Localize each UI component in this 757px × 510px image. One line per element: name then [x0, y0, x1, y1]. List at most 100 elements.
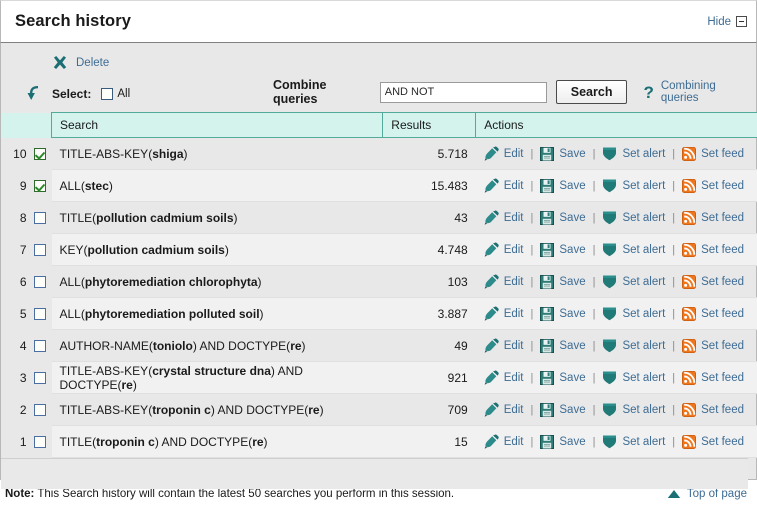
- save-action[interactable]: Save: [540, 402, 586, 417]
- row-checkbox[interactable]: [33, 403, 46, 416]
- select-all-checkbox[interactable]: [101, 88, 114, 100]
- set-alert-label: Set alert: [622, 307, 666, 320]
- row-number: 2: [19, 402, 27, 417]
- action-separator: |: [592, 147, 596, 160]
- edit-action[interactable]: Edit: [484, 178, 524, 193]
- row-checkbox[interactable]: [33, 275, 46, 288]
- results-count[interactable]: 4.748: [382, 233, 476, 266]
- set-alert-action[interactable]: Set alert: [602, 274, 665, 289]
- edit-action[interactable]: Edit: [484, 370, 524, 385]
- table-body: 10 TITLE-ABS-KEY(shiga) 5.718 Edit | Save | Set…: [1, 137, 757, 458]
- row-checkbox[interactable]: [33, 339, 46, 352]
- save-action[interactable]: Save: [540, 370, 586, 385]
- set-feed-action[interactable]: Set feed: [682, 370, 744, 385]
- edit-action[interactable]: Edit: [484, 338, 524, 353]
- edit-action[interactable]: Edit: [484, 402, 524, 417]
- save-action[interactable]: Save: [540, 306, 586, 321]
- edit-action[interactable]: Edit: [484, 146, 524, 161]
- hide-panel-button[interactable]: Hide: [707, 16, 747, 28]
- action-separator: |: [672, 307, 676, 320]
- row-checkbox[interactable]: [33, 211, 46, 224]
- row-actions: Edit | Save | Set alert | Set feed: [475, 393, 757, 426]
- save-action[interactable]: Save: [540, 434, 586, 449]
- set-feed-action[interactable]: Set feed: [682, 274, 744, 289]
- set-feed-action[interactable]: Set feed: [682, 306, 744, 321]
- row-actions: Edit | Save | Set alert | Set feed: [475, 137, 757, 170]
- row-checkbox[interactable]: [33, 147, 46, 160]
- table-footer-strip: [1, 458, 748, 489]
- search-button[interactable]: Search: [555, 80, 628, 104]
- action-separator: |: [592, 435, 596, 448]
- query-cell: TITLE-ABS-KEY(crystal structure dna) AND…: [51, 361, 383, 394]
- results-count[interactable]: 15.483: [382, 169, 476, 202]
- row-checkbox[interactable]: [33, 179, 46, 192]
- edit-icon: [484, 178, 499, 193]
- row-number: 1: [19, 434, 27, 449]
- query-paren-close: ): [183, 146, 188, 161]
- set-feed-action[interactable]: Set feed: [682, 178, 744, 193]
- query-term: phytoremediation polluted soil: [84, 306, 260, 321]
- set-alert-action[interactable]: Set alert: [602, 434, 665, 449]
- edit-icon: [484, 370, 499, 385]
- title-bar: Search history Hide: [0, 0, 757, 43]
- search-history-page: Search history Hide Delete Select: All C…: [0, 0, 757, 510]
- row-number-cell: 1: [1, 425, 52, 458]
- delete-button[interactable]: Delete: [51, 54, 109, 72]
- row-checkbox[interactable]: [33, 371, 46, 384]
- save-action[interactable]: Save: [540, 242, 586, 257]
- set-alert-action[interactable]: Set alert: [602, 146, 665, 161]
- set-feed-action[interactable]: Set feed: [682, 434, 744, 449]
- edit-icon: [484, 146, 499, 161]
- save-action[interactable]: Save: [540, 338, 586, 353]
- set-feed-action[interactable]: Set feed: [682, 402, 744, 417]
- edit-action[interactable]: Edit: [484, 306, 524, 321]
- set-alert-action[interactable]: Set alert: [602, 402, 665, 417]
- results-count[interactable]: 921: [382, 361, 476, 394]
- set-alert-action[interactable]: Set alert: [602, 242, 665, 257]
- top-of-page-button[interactable]: Top of page: [667, 488, 747, 500]
- edit-action[interactable]: Edit: [484, 210, 524, 225]
- query-cell: KEY(pollution cadmium soils): [51, 233, 383, 266]
- query-cell: TITLE(pollution cadmium soils): [51, 201, 383, 234]
- set-alert-action[interactable]: Set alert: [602, 210, 665, 225]
- row-checkbox[interactable]: [33, 307, 46, 320]
- set-alert-action[interactable]: Set alert: [602, 178, 665, 193]
- results-count[interactable]: 709: [382, 393, 476, 426]
- action-separator: |: [592, 179, 596, 192]
- combining-queries-help[interactable]: ? Combining queries: [643, 80, 756, 104]
- row-number-cell: 8: [1, 201, 52, 234]
- save-action[interactable]: Save: [540, 146, 586, 161]
- query-term: pollution cadmium soils: [87, 242, 225, 257]
- edit-action[interactable]: Edit: [484, 242, 524, 257]
- edit-action[interactable]: Edit: [484, 434, 524, 449]
- set-feed-action[interactable]: Set feed: [682, 210, 744, 225]
- set-feed-action[interactable]: Set feed: [682, 242, 744, 257]
- row-actions: Edit | Save | Set alert | Set feed: [475, 329, 757, 362]
- set-feed-action[interactable]: Set feed: [682, 338, 744, 353]
- save-action[interactable]: Save: [540, 210, 586, 225]
- results-count[interactable]: 5.718: [382, 137, 476, 170]
- results-count[interactable]: 103: [382, 265, 476, 298]
- question-mark-icon: ?: [643, 82, 654, 102]
- results-count[interactable]: 3.887: [382, 297, 476, 330]
- table-row: 5 ALL(phytoremediation polluted soil) 3.88…: [1, 297, 757, 330]
- edit-action[interactable]: Edit: [484, 274, 524, 289]
- set-alert-action[interactable]: Set alert: [602, 338, 665, 353]
- query-cell: AUTHOR-NAME(toniolo) AND DOCTYPE(re): [51, 329, 383, 362]
- results-count[interactable]: 43: [382, 201, 476, 234]
- query-cell: TITLE(troponin c) AND DOCTYPE(re): [51, 425, 383, 458]
- action-separator: |: [530, 339, 534, 352]
- set-alert-action[interactable]: Set alert: [602, 370, 665, 385]
- row-checkbox[interactable]: [33, 243, 46, 256]
- results-count[interactable]: 15: [382, 425, 476, 458]
- set-alert-action[interactable]: Set alert: [602, 306, 665, 321]
- save-label: Save: [559, 403, 586, 416]
- combine-queries-input[interactable]: [379, 81, 547, 103]
- save-icon: [540, 274, 555, 289]
- query-term: troponin c: [96, 434, 155, 449]
- save-action[interactable]: Save: [540, 178, 586, 193]
- row-checkbox[interactable]: [33, 435, 46, 448]
- set-feed-action[interactable]: Set feed: [682, 146, 744, 161]
- results-count[interactable]: 49: [382, 329, 476, 362]
- save-action[interactable]: Save: [540, 274, 586, 289]
